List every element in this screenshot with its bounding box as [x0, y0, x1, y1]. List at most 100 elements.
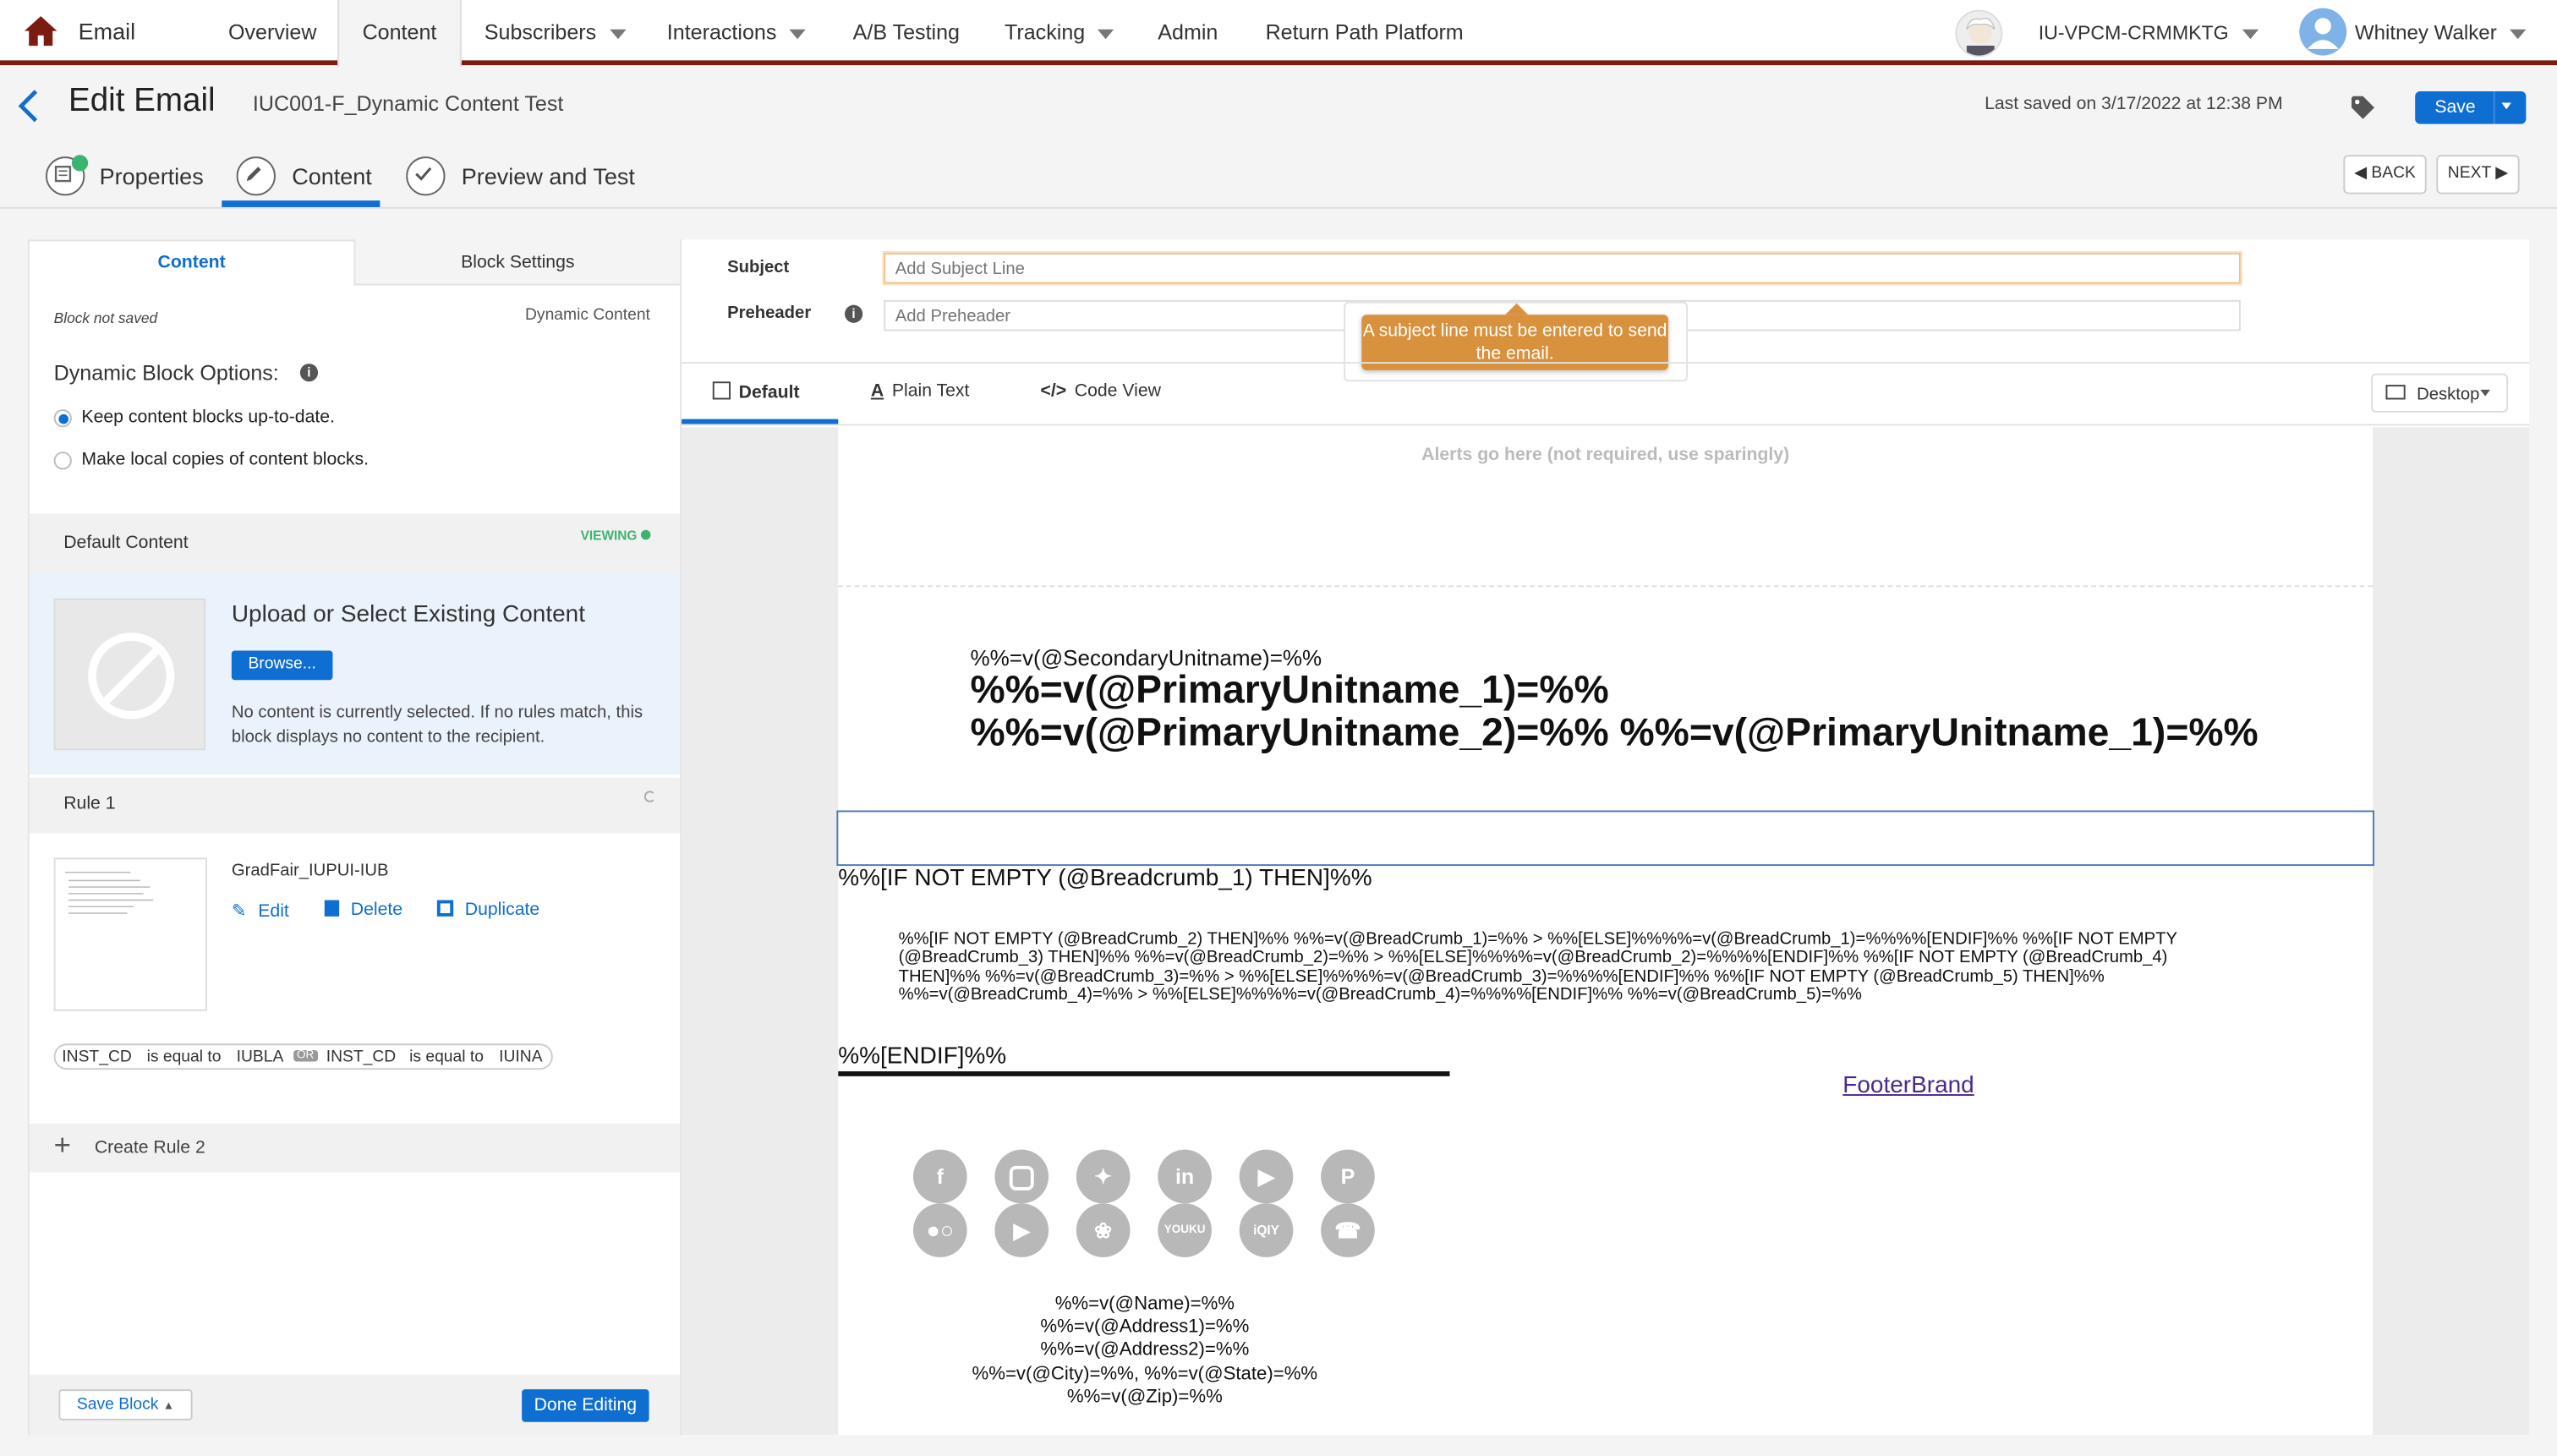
pencil-icon[interactable]: [236, 156, 276, 196]
nav-label: A/B Testing: [852, 19, 961, 45]
nav-label: Tracking: [1004, 19, 1086, 45]
iqiyi-icon[interactable]: iQIY: [1239, 1203, 1294, 1257]
alerts-text: Alerts go here (not required, use sparin…: [1421, 445, 1790, 465]
prohibited-icon: [88, 632, 175, 720]
nav-return-path[interactable]: Return Path Platform: [1243, 0, 1487, 65]
pinterest-icon[interactable]: P: [1321, 1149, 1375, 1204]
tab-block-settings[interactable]: Block Settings: [353, 239, 681, 286]
address-line: %%=v(@Name)=%%: [1054, 1295, 1235, 1315]
rule-title: Rule 1: [63, 794, 116, 814]
monitor-icon: [2385, 385, 2406, 400]
youtube-alt-icon[interactable]: ▶: [994, 1203, 1049, 1257]
delete-button[interactable]: Delete: [324, 900, 403, 920]
tab-content[interactable]: Content: [29, 239, 354, 286]
save-divider: [2493, 90, 2495, 124]
business-unit-avatar[interactable]: [1955, 9, 2003, 57]
edit-label: Edit: [258, 901, 289, 922]
nav-content[interactable]: Content: [337, 0, 462, 68]
condition-operator: is equal to: [409, 1048, 485, 1067]
back-button[interactable]: ◀ BACK: [2343, 155, 2427, 194]
delete-label: Delete: [350, 900, 403, 920]
home-icon[interactable]: [23, 14, 58, 47]
chevron-down-icon: [2242, 29, 2259, 39]
instagram-icon[interactable]: [994, 1149, 1049, 1204]
subject-input[interactable]: [884, 252, 2241, 284]
save-button[interactable]: Save: [2415, 90, 2527, 124]
alerts-block[interactable]: Alerts go here (not required, use sparin…: [838, 427, 2374, 588]
step-preview-test[interactable]: Preview and Test: [462, 163, 635, 189]
linkedin-icon[interactable]: in: [1158, 1149, 1212, 1204]
rule-condition[interactable]: INST_CD is equal to IUBLA OR INST_CD is …: [53, 1043, 553, 1070]
breadcrumb-line: (@BreadCrumb_3) THEN]%% %%=v(@BreadCrumb…: [898, 948, 2168, 968]
option-keep-label: Keep content blocks up-to-date.: [81, 408, 335, 428]
spinner-icon: [643, 791, 656, 802]
nav-ab-testing[interactable]: A/B Testing: [830, 0, 983, 65]
address-line: %%=v(@Zip)=%%: [1066, 1387, 1223, 1407]
tab-default[interactable]: Default: [712, 381, 800, 403]
tag-icon[interactable]: [2350, 95, 2376, 121]
step-content-underline: [222, 200, 381, 207]
weibo-icon[interactable]: ❀: [1076, 1203, 1131, 1257]
email-name: IUC001-F_Dynamic Content Test: [252, 90, 564, 116]
youku-icon[interactable]: YOUKU: [1158, 1203, 1212, 1257]
create-rule-label: Create Rule 2: [94, 1138, 205, 1158]
nav-subscribers[interactable]: Subscribers: [462, 0, 649, 65]
duplicate-label: Duplicate: [464, 900, 540, 920]
tab-label: Default: [738, 383, 800, 403]
code-icon: </>: [1040, 381, 1067, 402]
check-circle-icon[interactable]: [406, 156, 446, 196]
condition-field: INST_CD: [326, 1048, 397, 1067]
empty-content-thumbnail[interactable]: [53, 598, 205, 751]
subject-label: Subject: [727, 257, 790, 277]
step-properties[interactable]: Properties: [100, 163, 204, 189]
user-avatar[interactable]: [2299, 8, 2347, 56]
step-content[interactable]: Content: [292, 163, 372, 189]
back-label: BACK: [2371, 164, 2416, 183]
info-icon[interactable]: i: [844, 304, 863, 323]
chevron-left-icon: ◀: [2354, 164, 2368, 183]
selected-dynamic-block[interactable]: [836, 810, 2374, 867]
flickr-icon[interactable]: ●○: [912, 1203, 967, 1257]
radio-local-copies[interactable]: [53, 452, 72, 470]
twitter-icon[interactable]: ✦: [1076, 1149, 1131, 1204]
content-preview-image: [65, 872, 154, 914]
condition-joiner: OR: [293, 1049, 318, 1062]
breadcrumb-line: %%[IF NOT EMPTY (@BreadCrumb_2) THEN]%% …: [898, 929, 2178, 950]
save-block-button[interactable]: Save Block ▲: [58, 1389, 193, 1420]
nav-overview[interactable]: Overview: [205, 0, 340, 65]
pencil-glyph: [246, 167, 261, 182]
footer-brand-link[interactable]: FooterBrand: [1842, 1073, 1974, 1099]
tab-label: Content: [157, 252, 226, 273]
duplicate-button[interactable]: Duplicate: [436, 900, 540, 920]
chevron-down-icon: [609, 28, 626, 39]
radio-keep-up-to-date[interactable]: [53, 409, 72, 428]
facebook-icon[interactable]: f: [912, 1149, 967, 1204]
info-icon[interactable]: i: [299, 364, 319, 382]
create-rule-button[interactable]: + Create Rule 2: [29, 1123, 681, 1173]
next-button[interactable]: NEXT ▶: [2436, 155, 2520, 194]
endif-text: %%[ENDIF]%%: [838, 1043, 1007, 1070]
device-selector[interactable]: Desktop: [2371, 373, 2509, 413]
save-dropdown-icon[interactable]: [2501, 102, 2511, 110]
tab-code-view[interactable]: </> Code View: [1040, 381, 1161, 401]
user-menu[interactable]: Whitney Walker: [2355, 21, 2527, 44]
rule-header[interactable]: [29, 777, 681, 834]
whatsapp-icon[interactable]: ☎: [1321, 1203, 1375, 1257]
done-editing-button[interactable]: Done Editing: [522, 1389, 649, 1422]
nav-label: Overview: [227, 19, 317, 45]
rule-content-thumbnail[interactable]: [53, 857, 207, 1011]
nav-admin[interactable]: Admin: [1135, 0, 1240, 65]
user-name: Whitney Walker: [2354, 21, 2497, 45]
nav-interactions[interactable]: Interactions: [644, 0, 829, 65]
browse-button[interactable]: Browse...: [231, 650, 333, 681]
business-unit-selector[interactable]: IU-VPCM-CRMMKTG: [2039, 21, 2259, 44]
check-glyph: [415, 167, 432, 181]
youtube-icon[interactable]: ▶: [1239, 1149, 1294, 1204]
nav-tracking[interactable]: Tracking: [982, 0, 1137, 65]
plus-icon: +: [53, 1128, 71, 1162]
tab-plain-text[interactable]: A Plain Text: [871, 381, 970, 401]
back-arrow-icon[interactable]: [16, 88, 39, 123]
edit-button[interactable]: ✎ Edit: [232, 900, 289, 922]
app-name[interactable]: Email: [79, 18, 136, 44]
primary-unit-1: %%=v(@PrimaryUnitname_1)=%%: [970, 668, 1609, 713]
